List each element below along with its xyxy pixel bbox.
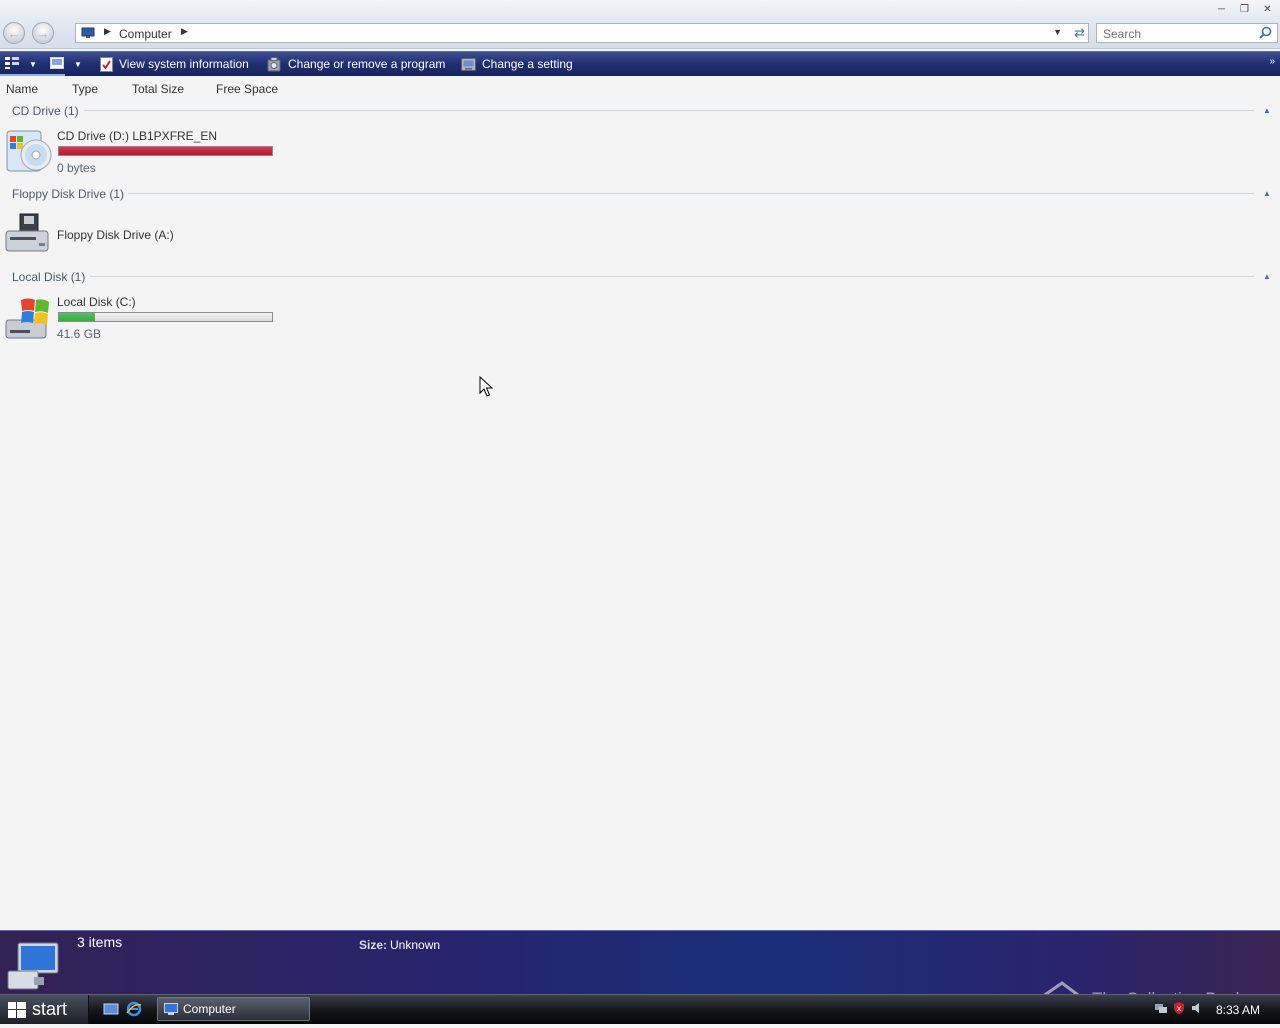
group-header-floppy-disk-drive[interactable]: Floppy Disk Drive (1) <box>12 187 124 201</box>
drive-free-space: 41.6 GB <box>57 327 102 341</box>
size-value: Unknown <box>390 938 441 952</box>
svg-text:x: x <box>1177 1004 1182 1013</box>
views-icon <box>50 56 64 72</box>
change-or-remove-program-button[interactable]: Change or remove a program <box>267 52 445 76</box>
computer-location-icon <box>81 27 95 42</box>
show-desktop-icon[interactable] <box>103 1001 119 1017</box>
cd-drive-icon <box>4 127 52 175</box>
column-header-type[interactable]: Type <box>72 82 98 96</box>
search-box[interactable] <box>1096 23 1278 43</box>
group-header-cd-drive[interactable]: CD Drive (1) <box>12 104 79 118</box>
window-titlebar: ─ ❐ ✕ ← → ▶ Computer ▶ ▼ ⇄ <box>0 0 1280 49</box>
back-arrow-icon: ← <box>7 25 21 41</box>
column-header-free-space[interactable]: Free Space <box>216 82 278 96</box>
organize-icon <box>5 56 19 72</box>
address-bar[interactable]: ▶ Computer ▶ ▼ ⇄ <box>75 23 1089 43</box>
restore-button[interactable]: ❐ <box>1235 2 1254 17</box>
details-pane: 3 items Size: Unknown The Collection Boo… <box>0 930 1280 1023</box>
computer-icon <box>164 1002 178 1016</box>
collapse-group-icon[interactable]: ▲ <box>1263 189 1271 198</box>
close-button[interactable]: ✕ <box>1258 2 1277 17</box>
drive-usage-bar <box>58 312 273 322</box>
drive-usage-fill <box>59 147 272 155</box>
internet-explorer-icon[interactable] <box>126 1001 142 1017</box>
drive-usage-bar <box>58 146 273 156</box>
taskbar-button-computer[interactable]: Computer <box>157 997 310 1021</box>
address-dropdown-icon[interactable]: ▼ <box>1053 27 1062 37</box>
column-header-name[interactable]: Name <box>6 82 38 96</box>
refresh-icon[interactable]: ⇄ <box>1074 25 1085 41</box>
views-button[interactable]: ▼ <box>50 52 82 76</box>
windows-logo-icon <box>8 1001 26 1018</box>
chevron-down-icon: ▼ <box>74 59 82 69</box>
drive-usage-fill <box>59 313 96 321</box>
programs-icon <box>267 56 282 72</box>
network-icon[interactable] <box>1154 1001 1168 1018</box>
breadcrumb-computer[interactable]: Computer <box>119 27 172 41</box>
chevron-down-icon: ▼ <box>29 59 37 69</box>
volume-icon[interactable] <box>1190 1001 1204 1018</box>
forward-button[interactable]: → <box>32 22 54 44</box>
view-system-information-label: View system information <box>119 57 249 71</box>
computer-icon <box>6 941 60 996</box>
local-disk-icon <box>4 294 52 342</box>
change-a-setting-button[interactable]: Change a setting <box>461 52 573 76</box>
control-panel-icon <box>461 57 476 72</box>
group-header-local-disk[interactable]: Local Disk (1) <box>12 270 85 284</box>
more-commands-icon[interactable]: » <box>1269 56 1275 67</box>
drive-label: Floppy Disk Drive (A:) <box>57 228 174 242</box>
system-info-icon <box>100 56 113 72</box>
minimize-button[interactable]: ─ <box>1212 2 1231 17</box>
group-divider <box>90 276 1254 277</box>
collapse-group-icon[interactable]: ▲ <box>1263 272 1271 281</box>
size-label: Size: <box>359 938 388 952</box>
back-button[interactable]: ← <box>3 22 25 44</box>
view-system-information-button[interactable]: View system information <box>100 52 249 76</box>
forward-arrow-icon: → <box>36 25 50 41</box>
change-or-remove-program-label: Change or remove a program <box>288 57 446 71</box>
security-alert-icon[interactable]: x <box>1172 1001 1186 1018</box>
command-bar: ▼ ▼ View system information Change or re… <box>0 51 1280 76</box>
taskbar: start Computer x 8:33 AM <box>0 994 1280 1024</box>
column-header-total-size[interactable]: Total Size <box>132 82 184 96</box>
search-input[interactable] <box>1101 25 1255 43</box>
drive-free-space: 0 bytes <box>57 161 96 175</box>
change-a-setting-label: Change a setting <box>482 57 573 71</box>
collapse-group-icon[interactable]: ▲ <box>1263 106 1271 115</box>
start-button[interactable]: start <box>0 995 89 1024</box>
drive-label: CD Drive (D:) LB1PXFRE_EN <box>57 129 218 143</box>
group-divider <box>84 110 1254 111</box>
clock[interactable]: 8:33 AM <box>1216 1003 1260 1017</box>
breadcrumb-separator-icon[interactable]: ▶ <box>181 26 188 37</box>
group-divider <box>128 193 1254 194</box>
drive-label: Local Disk (C:) <box>57 295 136 309</box>
column-header-name-highlight <box>0 74 65 76</box>
taskbar-button-label: Computer <box>183 1002 236 1016</box>
organize-button[interactable]: ▼ <box>5 52 37 76</box>
item-count: 3 items <box>77 934 123 950</box>
breadcrumb-separator-icon[interactable]: ▶ <box>104 26 111 37</box>
mouse-cursor-icon <box>479 375 494 401</box>
start-label: start <box>32 999 68 1019</box>
floppy-drive-icon <box>4 211 52 259</box>
search-icon[interactable] <box>1259 26 1272 42</box>
